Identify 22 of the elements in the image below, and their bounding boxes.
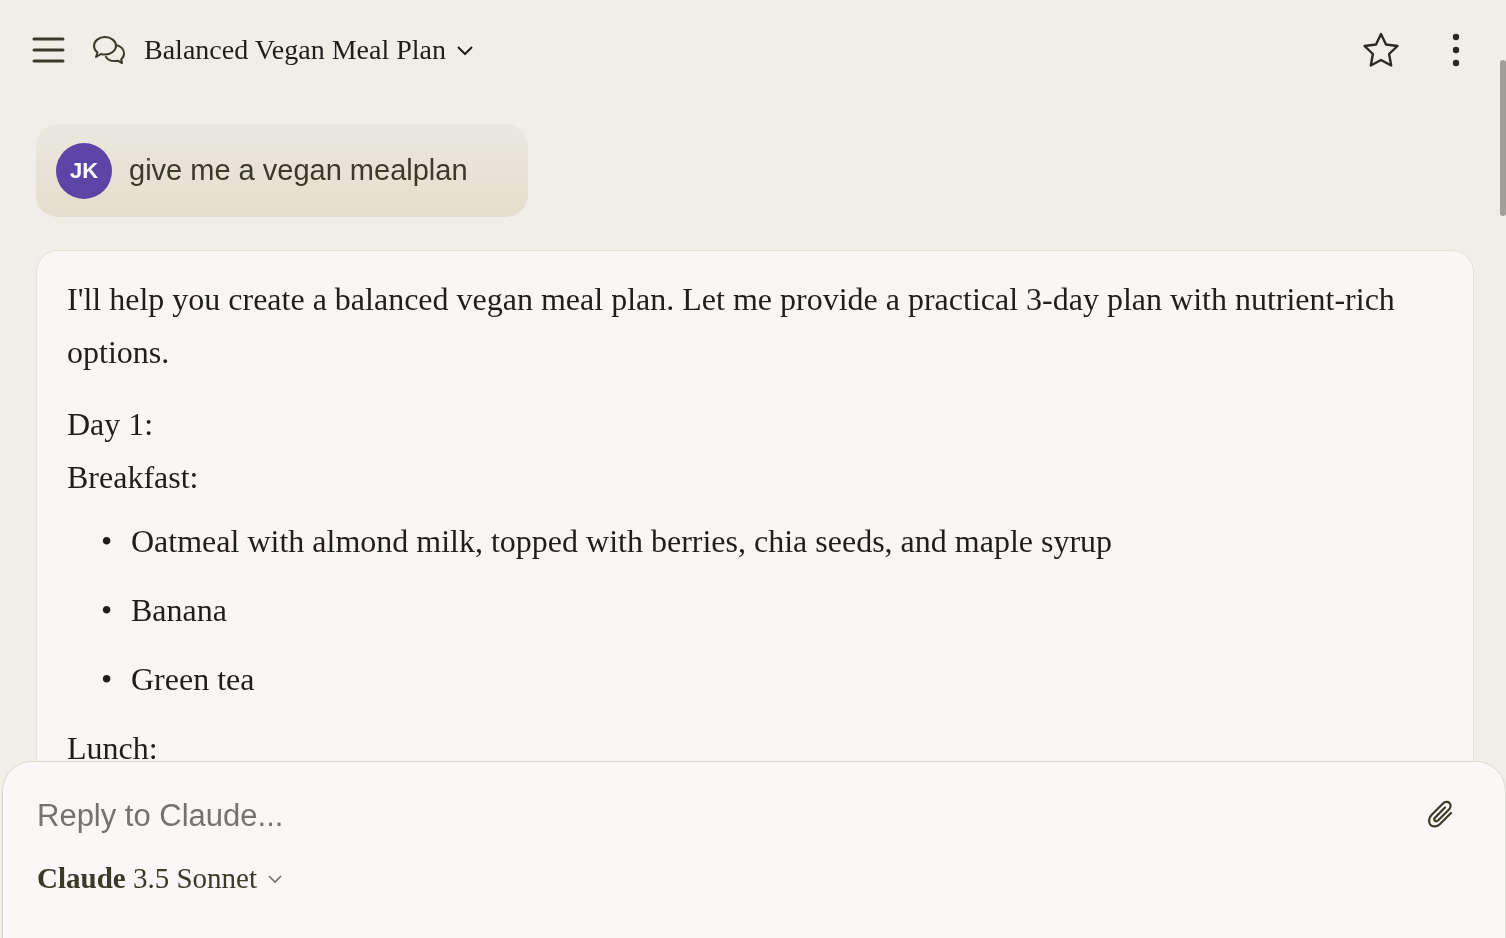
- reply-field[interactable]: Reply to Claude...: [37, 794, 1427, 838]
- response-paragraph: I'll help you create a balanced vegan meal plan. Let me provide a practical 3-day plan with nutrient-rich options.: [67, 280, 1396, 372]
- chevron-down-icon: [266, 873, 283, 884]
- scrollbar[interactable]: [1500, 60, 1506, 216]
- response-heading: Lunch:: [67, 729, 159, 768]
- star-icon[interactable]: [1362, 32, 1400, 68]
- model-selector[interactable]: Claude 3.5 Sonnet: [37, 862, 283, 895]
- bullet-marker: •: [101, 660, 114, 699]
- list-item: Oatmeal with almond milk, topped with berries, chia seeds, and maple syrup: [131, 522, 1113, 561]
- user-avatar: JK: [56, 142, 112, 199]
- chevron-down-icon: [455, 44, 474, 56]
- bullet-marker: •: [101, 522, 114, 561]
- chat-bubbles-icon: [92, 34, 126, 66]
- chat-title-button[interactable]: Balanced Vegan Meal Plan: [144, 34, 474, 66]
- response-heading: Breakfast:: [67, 458, 200, 497]
- more-options-icon[interactable]: [1452, 33, 1460, 67]
- user-message-text: give me a vegan mealplan: [129, 154, 468, 187]
- bullet-marker: •: [101, 591, 114, 630]
- list-item: Green tea: [131, 660, 255, 699]
- response-heading: Day 1:: [67, 405, 155, 444]
- list-item: Banana: [131, 591, 227, 630]
- menu-icon[interactable]: [32, 36, 65, 64]
